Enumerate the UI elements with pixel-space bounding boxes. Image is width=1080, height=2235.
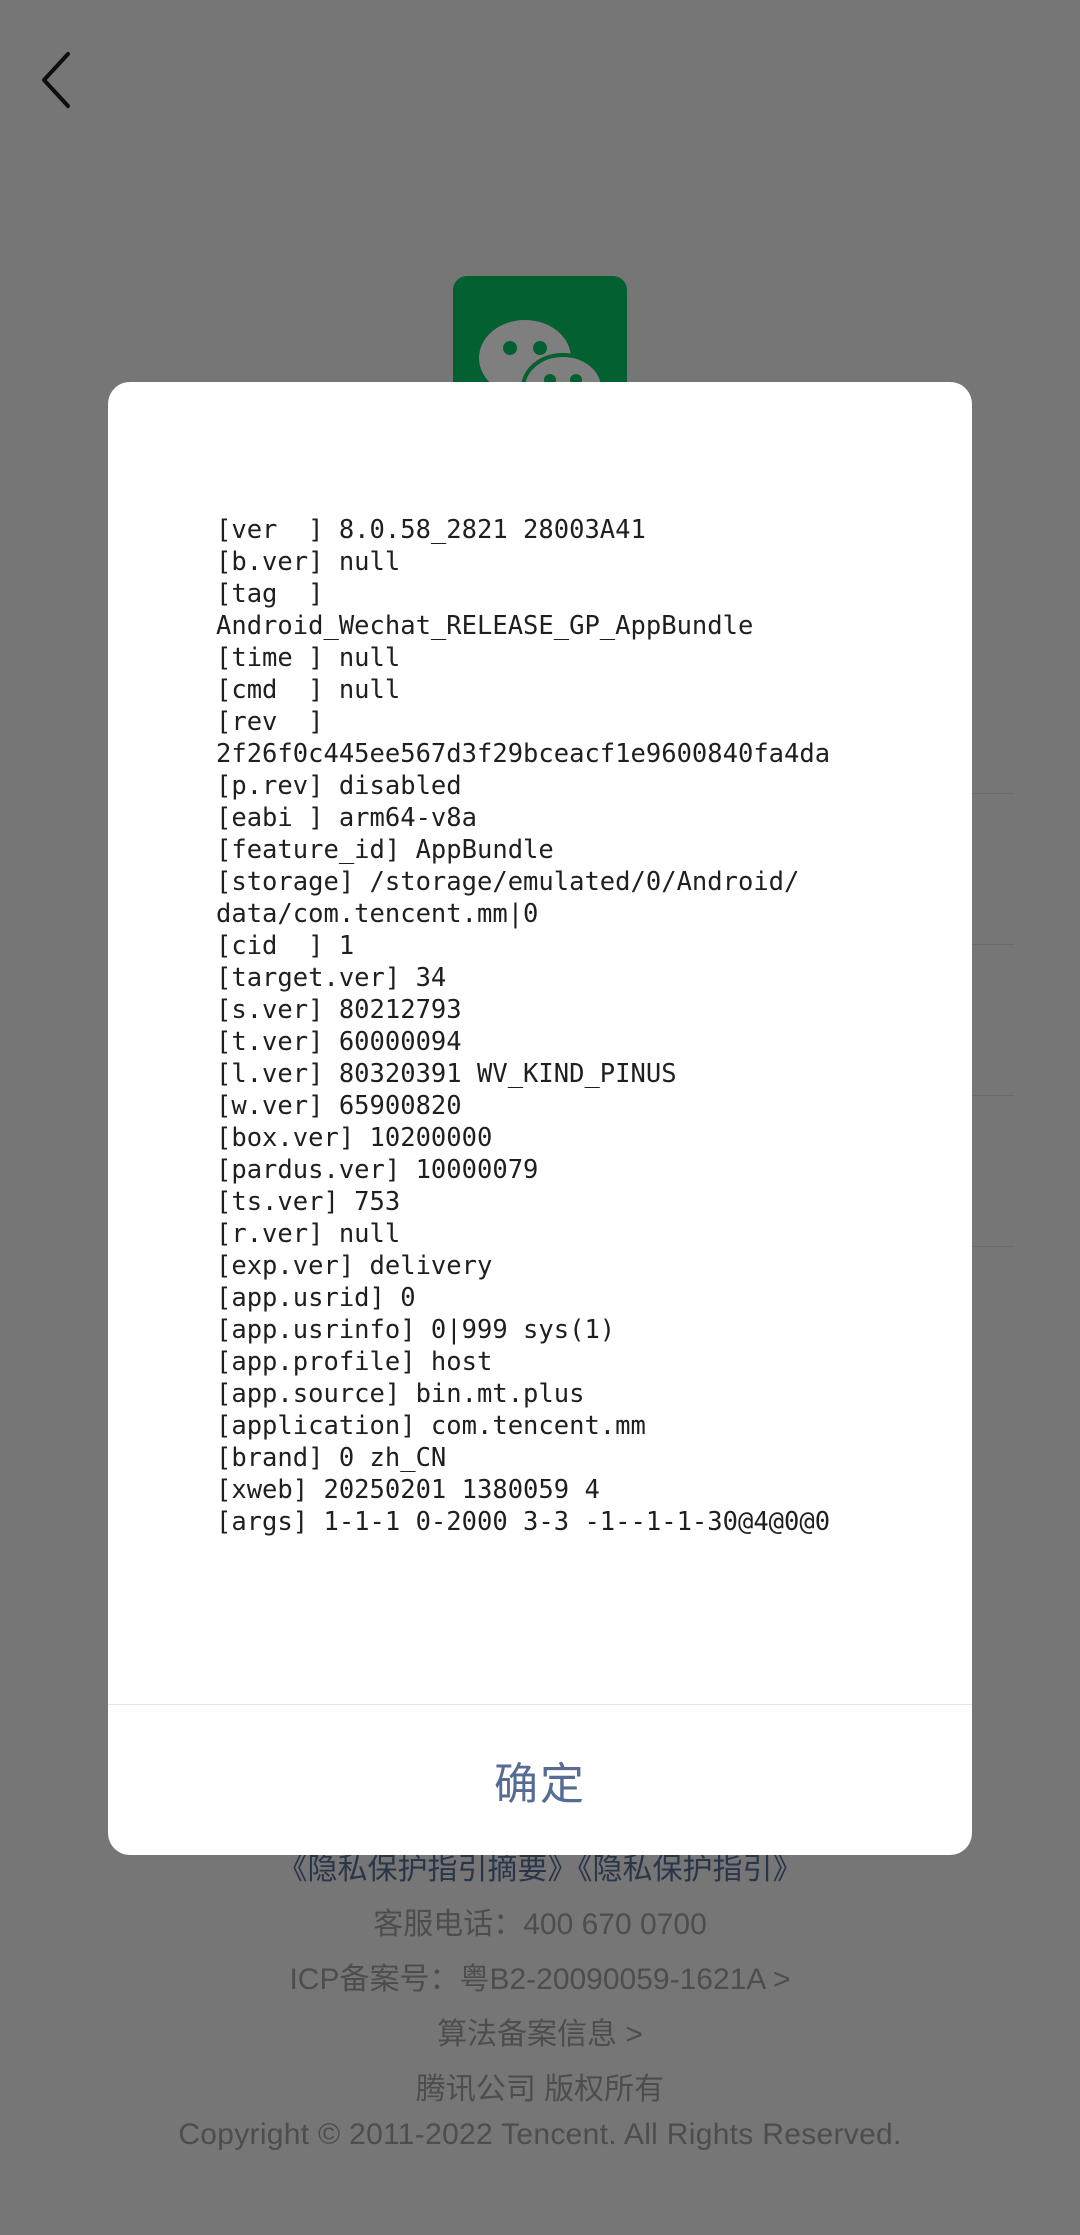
info-line: [ts.ver] 753: [216, 1187, 401, 1217]
info-line: [target.ver] 34: [216, 963, 447, 993]
info-line: [application] com.tencent.mm: [216, 1411, 646, 1441]
info-line: [app.usrid] 0: [216, 1283, 416, 1313]
info-line: [ver ] 8.0.58_2821 28003A41: [216, 515, 646, 545]
version-info-dialog: [ver ] 8.0.58_2821 28003A41 [b.ver] null…: [108, 382, 972, 1855]
info-line: [rev ]: [216, 707, 324, 737]
info-line: 2f26f0c445ee567d3f29bceacf1e9600840fa4da: [216, 739, 831, 769]
info-line: [l.ver] 80320391 WV_KIND_PINUS: [216, 1059, 677, 1089]
confirm-button[interactable]: 确定: [108, 1705, 972, 1855]
info-line: [box.ver] 10200000: [216, 1123, 493, 1153]
info-line: [app.profile] host: [216, 1347, 493, 1377]
info-line: [app.source] bin.mt.plus: [216, 1379, 585, 1409]
info-line: [storage] /storage/emulated/0/Android/: [216, 867, 800, 897]
info-line: [time ] null: [216, 643, 401, 673]
info-line: [pardus.ver] 10000079: [216, 1155, 539, 1185]
info-line: [tag ]: [216, 579, 324, 609]
info-line: [xweb] 20250201 1380059 4: [216, 1475, 600, 1505]
info-line: [app.usrinfo] 0|999 sys(1): [216, 1315, 616, 1345]
info-line: [cid ] 1: [216, 931, 355, 961]
info-line: [args] 1-1-1 0-2000 3-3 -1--1-1-30@4@0@0: [216, 1507, 831, 1537]
info-line: [eabi ] arm64-v8a: [216, 803, 477, 833]
info-line: data/com.tencent.mm|0: [216, 899, 539, 929]
info-line: [feature_id] AppBundle: [216, 835, 554, 865]
info-line: [exp.ver] delivery: [216, 1251, 493, 1281]
info-line: [r.ver] null: [216, 1219, 401, 1249]
version-info-text: [ver ] 8.0.58_2821 28003A41 [b.ver] null…: [216, 514, 936, 1538]
info-line: [b.ver] null: [216, 547, 401, 577]
info-line: Android_Wechat_RELEASE_GP_AppBundle: [216, 611, 754, 641]
info-line: [brand] 0 zh_CN: [216, 1443, 447, 1473]
info-line: [w.ver] 65900820: [216, 1091, 462, 1121]
info-line: [p.rev] disabled: [216, 771, 462, 801]
info-line: [s.ver] 80212793: [216, 995, 462, 1025]
info-line: [t.ver] 60000094: [216, 1027, 462, 1057]
info-line: [cmd ] null: [216, 675, 401, 705]
